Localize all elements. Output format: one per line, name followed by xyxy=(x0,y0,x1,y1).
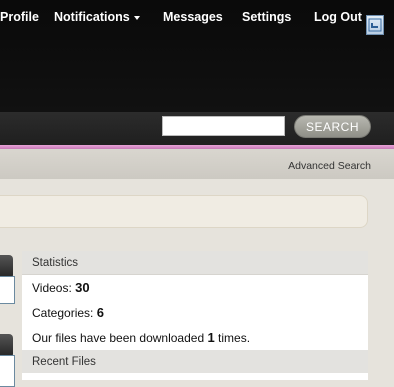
categories-count: 6 xyxy=(96,305,104,320)
content-panel-bar xyxy=(0,195,368,228)
categories-stat: Categories: 6 xyxy=(32,305,104,320)
videos-count: 30 xyxy=(75,280,90,295)
chevron-down-icon xyxy=(133,15,140,20)
statistics-panel: Statistics Videos: 30 Categories: 6 Our … xyxy=(22,251,368,380)
bookmark-icon[interactable] xyxy=(366,15,384,35)
downloads-suffix: times. xyxy=(218,331,251,345)
videos-label: Videos: xyxy=(32,281,72,295)
nav-notifications-label: Notifications xyxy=(54,10,130,24)
search-button[interactable]: SEARCH xyxy=(294,115,371,138)
top-navigation: Profile Notifications Messages Settings … xyxy=(0,0,394,112)
advanced-search-link[interactable]: Advanced Search xyxy=(288,160,371,172)
downloads-stat: Our files have been downloaded 1 times. xyxy=(32,330,250,345)
categories-label: Categories: xyxy=(32,306,94,320)
recent-files-title: Recent Files xyxy=(22,350,368,373)
nav-profile[interactable]: Profile xyxy=(0,10,39,24)
left-panel-box xyxy=(0,355,15,387)
statistics-title: Statistics xyxy=(22,251,368,275)
nav-notifications[interactable]: Notifications xyxy=(54,10,140,24)
sub-toolbar: Advanced Search xyxy=(0,149,394,179)
videos-stat: Videos: 30 xyxy=(32,280,90,295)
downloads-prefix: Our files have been downloaded xyxy=(32,331,205,345)
nav-settings[interactable]: Settings xyxy=(242,10,291,24)
search-input[interactable] xyxy=(162,116,285,136)
downloads-count: 1 xyxy=(207,330,215,345)
nav-messages[interactable]: Messages xyxy=(163,10,223,24)
search-bar: SEARCH xyxy=(0,112,394,145)
nav-logout[interactable]: Log Out xyxy=(314,10,362,24)
left-panel-box xyxy=(0,276,15,304)
